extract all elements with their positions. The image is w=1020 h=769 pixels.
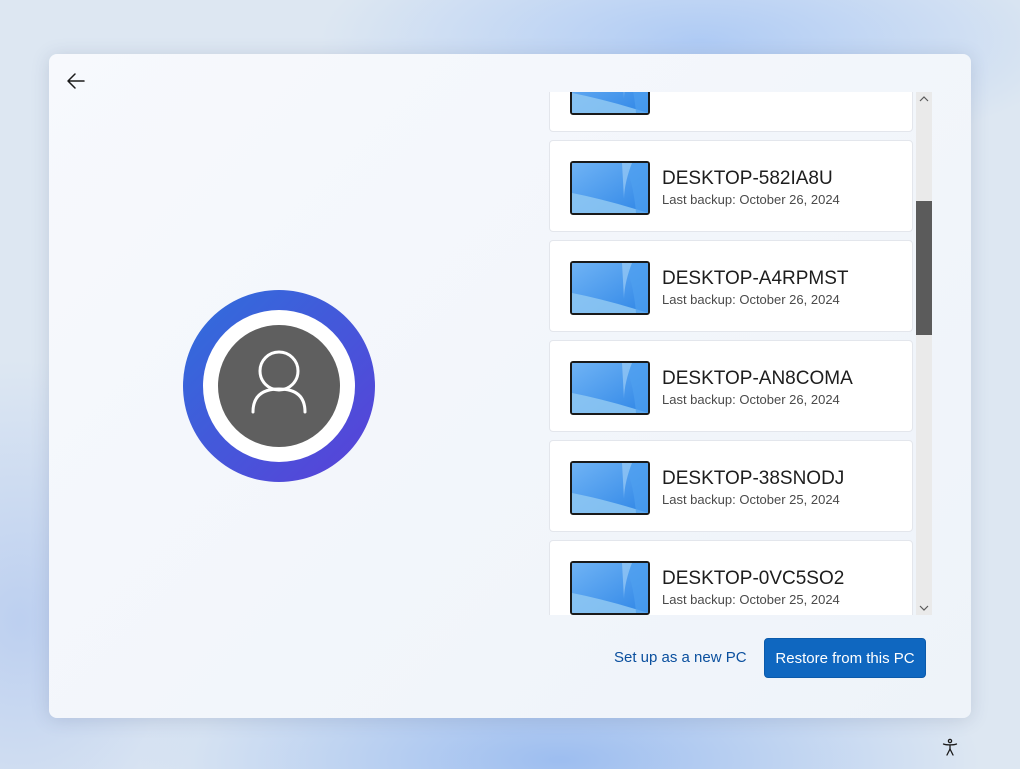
back-arrow-icon	[67, 73, 85, 89]
accessibility-button[interactable]	[939, 736, 961, 758]
restore-dialog: DESKTOP-582IA8U Last backup: October 26, …	[49, 54, 971, 718]
desktop-thumbnail-icon	[570, 161, 650, 215]
device-name: DESKTOP-0VC5SO2	[662, 568, 845, 589]
device-list-item[interactable]: DESKTOP-38SNODJ Last backup: October 25, …	[549, 440, 913, 532]
device-list-item[interactable]: DESKTOP-0VC5SO2 Last backup: October 25, …	[549, 540, 913, 615]
desktop-thumbnail-icon	[570, 561, 650, 615]
last-backup-date: Last backup: October 25, 2024	[662, 592, 840, 607]
device-name: DESKTOP-582IA8U	[662, 168, 833, 189]
setup-new-pc-button[interactable]: Set up as a new PC	[605, 638, 756, 678]
scroll-up-button[interactable]	[916, 92, 932, 106]
scroll-thumb[interactable]	[916, 201, 932, 335]
device-name: DESKTOP-A4RPMST	[662, 268, 849, 289]
chevron-up-icon	[919, 96, 929, 102]
chevron-down-icon	[919, 605, 929, 611]
device-list-item[interactable]: DESKTOP-A4RPMST Last backup: October 26, …	[549, 240, 913, 332]
device-list-item[interactable]: DESKTOP-AN8COMA Last backup: October 26, …	[549, 340, 913, 432]
last-backup-date: Last backup: October 26, 2024	[662, 392, 840, 407]
last-backup-date: Last backup: October 25, 2024	[662, 492, 840, 507]
device-name: DESKTOP-38SNODJ	[662, 468, 845, 489]
scroll-down-button[interactable]	[916, 601, 932, 615]
desktop-thumbnail-icon	[570, 261, 650, 315]
list-scrollbar[interactable]	[916, 92, 932, 615]
device-list-item[interactable]: DESKTOP-582IA8U Last backup: October 26, …	[549, 140, 913, 232]
accessibility-icon	[942, 738, 958, 756]
last-backup-date: Last backup: October 26, 2024	[662, 192, 840, 207]
device-list[interactable]: DESKTOP-582IA8U Last backup: October 26, …	[549, 92, 932, 615]
desktop-thumbnail-icon	[570, 92, 650, 115]
desktop-thumbnail-icon	[570, 361, 650, 415]
avatar	[183, 290, 375, 482]
last-backup-date: Last backup: October 26, 2024	[662, 292, 840, 307]
back-button[interactable]	[63, 68, 89, 94]
desktop-thumbnail-icon	[570, 461, 650, 515]
restore-button[interactable]: Restore from this PC	[764, 638, 926, 678]
device-list-item[interactable]	[549, 92, 913, 132]
device-name: DESKTOP-AN8COMA	[662, 368, 853, 389]
